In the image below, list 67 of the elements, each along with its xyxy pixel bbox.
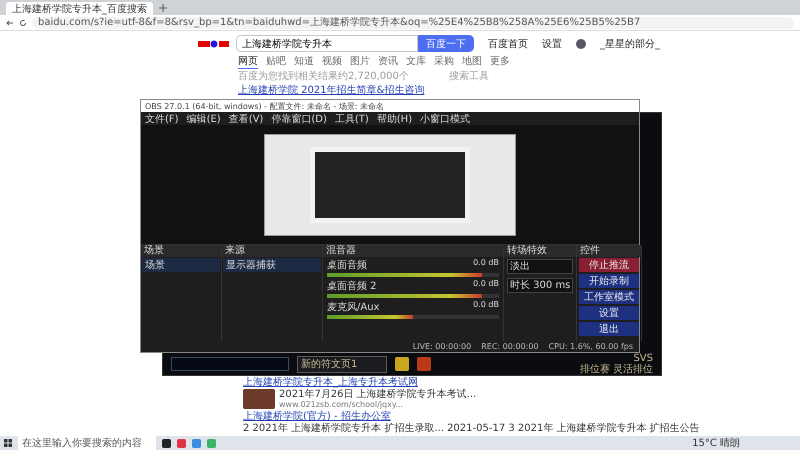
control-button[interactable]: 设置 (579, 306, 639, 320)
result-url[interactable]: www.021zsb.com/school/jqxy... (279, 400, 476, 409)
game-mode: 排位赛 灵活排位 (580, 364, 653, 375)
search-tab[interactable]: 地图 (462, 54, 482, 69)
status-text: REC: 00:00:00 (481, 342, 539, 351)
search-tab[interactable]: 采购 (434, 54, 454, 69)
search-tab[interactable]: 知道 (294, 54, 314, 69)
logo-icon (198, 38, 230, 48)
back-icon[interactable] (6, 18, 14, 26)
control-button[interactable]: 工作室模式 (579, 290, 639, 304)
result-count: 百度为您找到相关结果约2,720,000个 (238, 70, 409, 83)
dock-title: 来源 (222, 245, 322, 257)
duration-field[interactable]: 时长 300 ms (507, 278, 573, 293)
control-button[interactable]: 开始录制 (579, 274, 639, 288)
dock-title: 场景 (141, 245, 221, 257)
reload-icon[interactable] (19, 18, 27, 26)
dock-title: 混音器 (323, 245, 503, 257)
user-name[interactable]: _星星的部分_ (600, 36, 660, 50)
menu-item[interactable]: 工具(T) (334, 112, 369, 126)
taskbar-search[interactable]: 在这里输入你要搜索的内容 (18, 436, 156, 450)
window-title: OBS 27.0.1 (64-bit, windows) - 配置文件: 未命名 - 场景: 未命名 (145, 100, 384, 112)
windows-icon[interactable] (4, 439, 12, 447)
new-tab-icon[interactable] (159, 4, 167, 12)
control-button[interactable]: 退出 (579, 322, 639, 336)
channel-reading: 0.0 dB (473, 279, 499, 290)
search-field[interactable]: 上海建桥学院专升本 (236, 35, 418, 52)
address-bar[interactable]: baidu.com/s?ie=utf-8&f=8&rsv_bp=1&tn=baiduhwd=上海建桥学院专升本&oq=%25E4%25B8%258A%25E6%25B5%25B7 (32, 16, 794, 28)
result-snippet: 2021年7月26日 上海建桥学院专升本考试... (279, 389, 476, 400)
result-title[interactable]: 上海建桥学院(官方) - 招生办公室 (243, 409, 700, 423)
dock-title: 转场特效 (504, 245, 576, 257)
list-item[interactable]: 场景 (142, 258, 220, 272)
list-item[interactable]: 显示器捕获 (223, 258, 321, 272)
menu-item[interactable]: 帮助(H) (376, 112, 412, 126)
search-button[interactable]: 百度一下 (418, 35, 474, 52)
browser-tab[interactable]: 上海建桥学院专升本_百度搜索 (6, 2, 153, 15)
transition-select[interactable]: 淡出 (507, 259, 573, 274)
search-tab[interactable]: 更多 (490, 54, 510, 69)
search-tab[interactable]: 视频 (322, 54, 342, 69)
menu-item[interactable]: 文件(F) (145, 112, 179, 126)
menu-item[interactable]: 小窗口模式 (420, 112, 470, 126)
status-text: CPU: 1.6%, 60.00 fps (548, 342, 633, 351)
control-button[interactable]: 停止推流 (579, 258, 639, 272)
menu-item[interactable]: 停靠窗口(D) (271, 112, 327, 126)
mode-title: SVS (633, 353, 653, 364)
menu-item[interactable]: 编辑(E) (186, 112, 221, 126)
search-tab[interactable]: 网页 (238, 54, 258, 69)
menu-item[interactable]: 查看(V) (228, 112, 264, 126)
search-tab[interactable]: 图片 (350, 54, 370, 69)
weather-text: 15°C 晴朗 (692, 436, 741, 450)
channel-name: 桌面音频 2 (327, 280, 377, 293)
status-text: LIVE: 00:00:00 (412, 342, 472, 351)
avatar[interactable] (576, 38, 586, 48)
header-link[interactable]: 设置 (542, 36, 562, 50)
header-link[interactable]: 百度首页 (488, 36, 528, 50)
result-title[interactable]: 上海建桥学院专升本_上海专升本考试网 (243, 375, 700, 389)
result-title[interactable]: 上海建桥学院 2021年招生简章&招生咨询 (0, 83, 800, 97)
channel-name: 麦克风/Aux (327, 300, 380, 314)
search-tab[interactable]: 文库 (406, 54, 426, 69)
channel-reading: 0.0 dB (473, 258, 499, 269)
channel-reading: 0.0 dB (473, 300, 499, 311)
result-snippet: 2 2021年 上海建桥学院专升本 扩招生录取... 2021-05-17 3 2021年 上海建桥学院专升本 扩招生公告 (243, 423, 700, 434)
rune-page-select[interactable]: 新的符文页1 (297, 356, 387, 372)
search-tab[interactable]: 贴吧 (266, 54, 286, 69)
chat-field[interactable] (171, 357, 289, 371)
channel-name: 桌面音频 (327, 258, 367, 272)
search-tab[interactable]: 资讯 (378, 54, 398, 69)
dock-title: 控件 (577, 245, 641, 257)
